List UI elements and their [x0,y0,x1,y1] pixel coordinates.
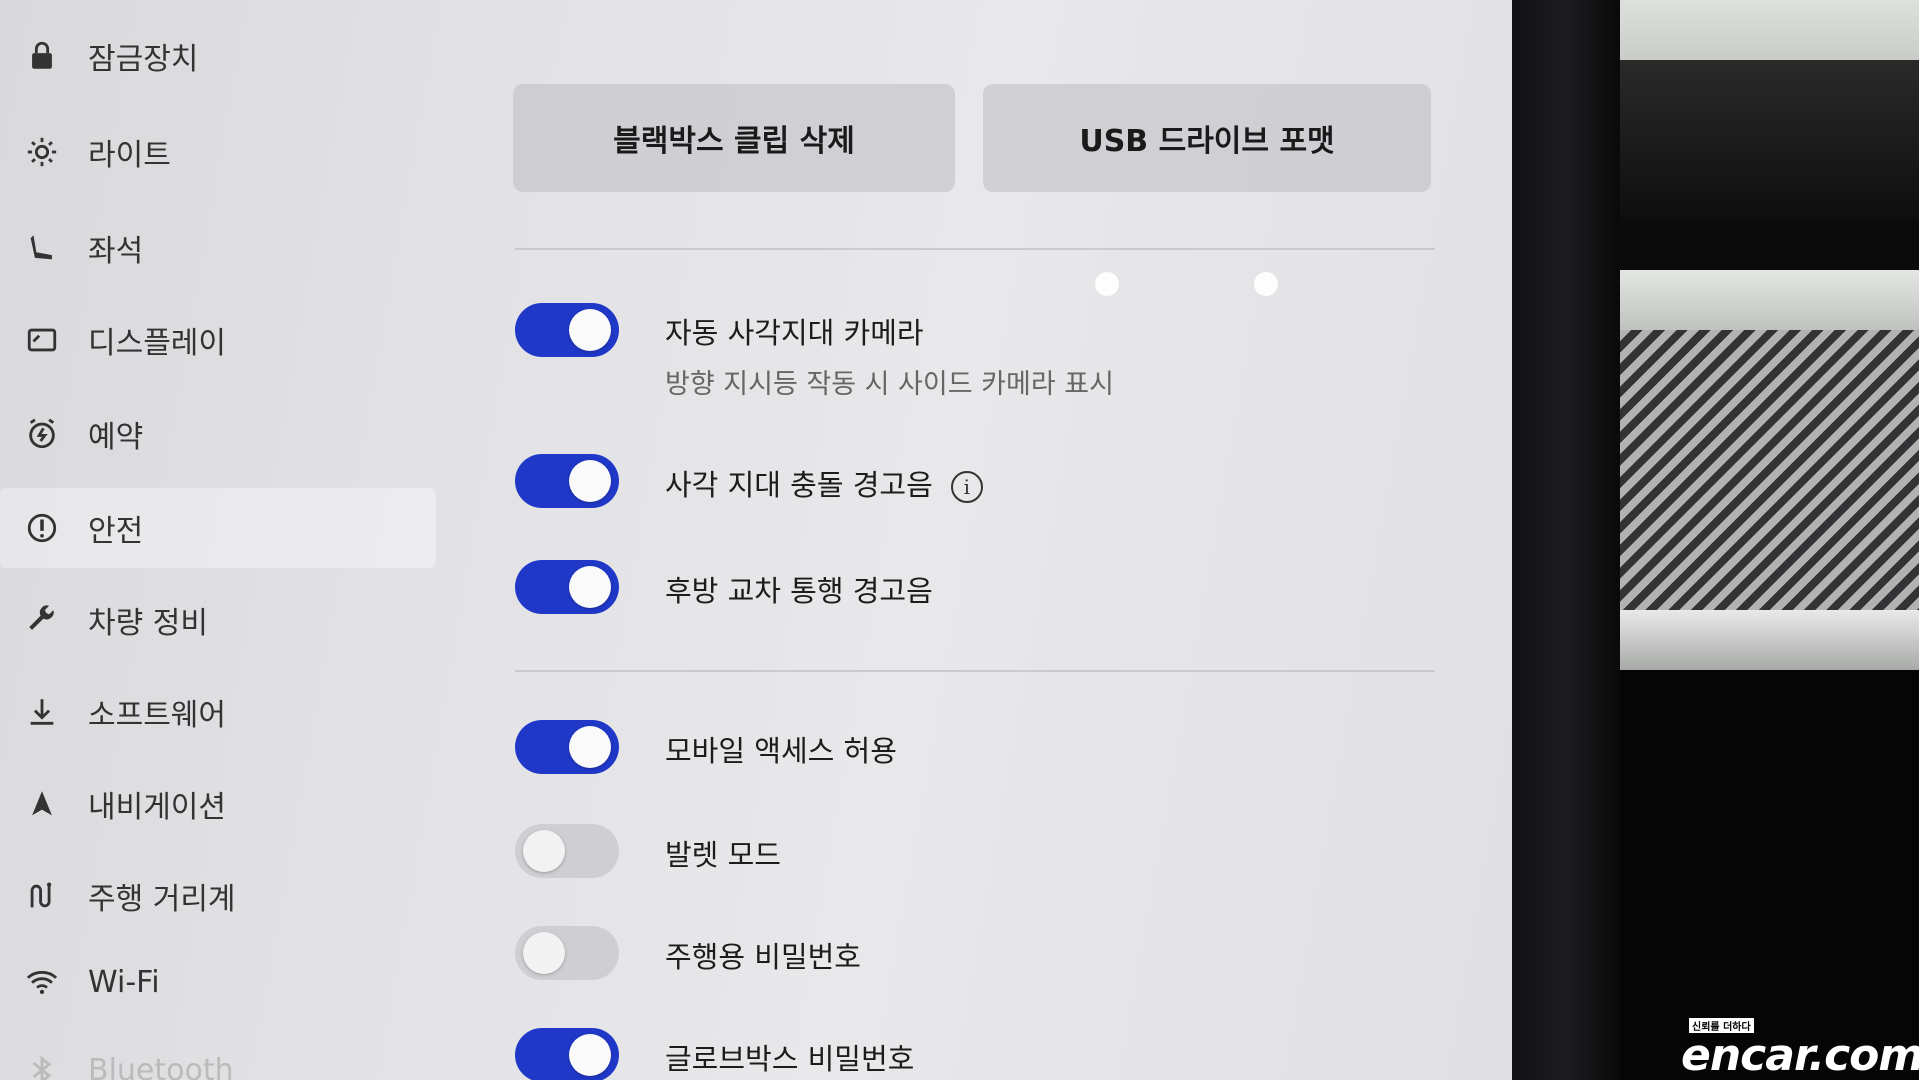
sidebar-item-label: 주행 거리계 [88,882,236,917]
setting-label: 후방 교차 통행 경고음 [665,574,933,608]
sidebar-item-label: 소프트웨어 [88,698,226,733]
sidebar-item-wifi[interactable]: Wi-Fi [0,942,440,1022]
section-divider [515,670,1435,672]
sidebar-item-software[interactable]: 소프트웨어 [0,672,440,752]
setting-label: 모바일 액세스 허용 [665,734,897,768]
sidebar-item-service[interactable]: 차량 정비 [0,580,440,660]
light-reflection [1095,272,1119,296]
touchscreen: 잠금장치 라이트 좌석 디스플레이 예약 안전 차량 정비 소프트웨어 내비게이… [0,0,1512,1080]
light-icon [22,132,62,172]
safety-settings-panel: 블랙박스 클립 삭제 USB 드라이브 포맷 자동 사각지대 카메라 방향 지시… [505,0,1435,1080]
bluetooth-icon [22,1050,62,1080]
mobile-access-toggle[interactable] [515,720,619,774]
sidebar-item-label: 디스플레이 [88,326,226,361]
setting-label-wrap: 사각 지대 충돌 경고음 i [665,462,983,504]
sidebar-item-label: Bluetooth [88,1052,234,1080]
setting-label: 글로브박스 비밀번호 [665,1042,915,1076]
glovebox-pin-toggle[interactable] [515,1028,619,1080]
sidebar-item-label: 좌석 [88,234,144,269]
sidebar-item-lights[interactable]: 라이트 [0,112,440,192]
car-dashboard [1620,0,1919,1080]
download-icon [22,692,62,732]
rear-cross-traffic-toggle[interactable] [515,560,619,614]
sidebar-item-label: 라이트 [88,138,171,173]
sidebar-item-bluetooth[interactable]: Bluetooth [0,1030,440,1080]
valet-mode-toggle[interactable] [515,824,619,878]
schedule-icon [22,414,62,454]
sidebar-item-locks[interactable]: 잠금장치 [0,16,440,96]
format-usb-button[interactable]: USB 드라이브 포맷 [983,84,1431,192]
wrench-icon [22,600,62,640]
setting-row-glovebox-pin: 글로브박스 비밀번호 [515,1028,1435,1080]
setting-description: 방향 지시등 작동 시 사이드 카메라 표시 [665,369,1114,400]
trips-icon [22,876,62,916]
wifi-icon [22,962,62,1002]
settings-sidebar: 잠금장치 라이트 좌석 디스플레이 예약 안전 차량 정비 소프트웨어 내비게이… [0,0,470,1080]
sidebar-item-label: 잠금장치 [88,42,199,77]
screen-bezel [1512,0,1620,1080]
sidebar-item-trips[interactable]: 주행 거리계 [0,856,440,936]
setting-row-rear-cross-traffic: 후방 교차 통행 경고음 [515,560,1435,620]
navigation-icon [22,784,62,824]
safety-icon [22,508,62,548]
display-icon [22,320,62,360]
seat-icon [22,228,62,268]
pin-to-drive-toggle[interactable] [515,926,619,980]
sidebar-item-schedule[interactable]: 예약 [0,394,440,474]
setting-label: 자동 사각지대 카메라 [665,316,924,350]
setting-row-valet-mode: 발렛 모드 [515,824,1435,884]
light-reflection [1254,272,1278,296]
sidebar-item-label: 내비게이션 [88,790,226,825]
setting-row-blind-spot-camera: 자동 사각지대 카메라 방향 지시등 작동 시 사이드 카메라 표시 [515,302,1435,412]
setting-row-blind-spot-chime: 사각 지대 충돌 경고음 i [515,454,1435,514]
sidebar-item-seats[interactable]: 좌석 [0,208,440,288]
setting-label: 발렛 모드 [665,838,781,872]
sidebar-item-label: Wi-Fi [88,964,160,1000]
sidebar-item-navigation[interactable]: 내비게이션 [0,764,440,844]
sidebar-item-label: 차량 정비 [88,606,208,641]
delete-dashcam-clips-button[interactable]: 블랙박스 클립 삭제 [513,84,955,192]
section-divider [515,248,1435,250]
sidebar-item-label: 안전 [88,514,144,549]
sidebar-item-safety[interactable]: 안전 [0,488,436,568]
setting-label: 주행용 비밀번호 [665,940,861,974]
setting-row-pin-to-drive: 주행용 비밀번호 [515,926,1435,986]
sidebar-item-display[interactable]: 디스플레이 [0,300,440,380]
blind-spot-camera-toggle[interactable] [515,303,619,357]
info-icon[interactable]: i [950,471,983,503]
setting-label: 사각 지대 충돌 경고음 [665,468,933,502]
lock-icon [22,36,62,76]
blind-spot-chime-toggle[interactable] [515,454,619,508]
sidebar-item-label: 예약 [88,420,144,455]
setting-row-mobile-access: 모바일 액세스 허용 [515,720,1435,780]
encar-watermark: 신뢰를 더하다 encar.com [1681,1018,1919,1080]
